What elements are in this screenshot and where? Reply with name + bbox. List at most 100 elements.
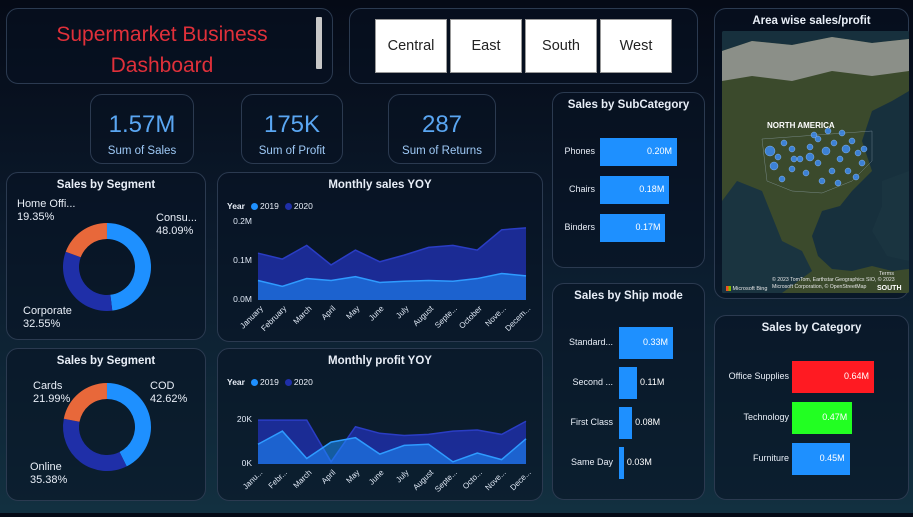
location-bubble[interactable] <box>860 145 868 153</box>
shipmode-chart: Sales by Ship mode Standard... 0.33M Secon… <box>552 283 705 500</box>
location-bubble[interactable] <box>838 129 846 137</box>
bar-category-label: Binders <box>564 222 595 232</box>
location-bubble[interactable] <box>802 169 810 177</box>
bar-category-label: First Class <box>570 417 614 427</box>
bar-category-label: Office Supplies <box>728 371 789 381</box>
donut-slice[interactable] <box>107 223 152 311</box>
map-attribution[interactable]: © 2023 TomTom, Earthstar Geographics SIO… <box>772 277 902 290</box>
bar-category-label: Standard... <box>568 337 613 347</box>
location-bubble[interactable] <box>810 131 818 139</box>
kpi-sales: 1.57M Sum of Sales <box>90 94 194 164</box>
location-bubble[interactable] <box>841 144 851 154</box>
map-card: Area wise sales/profit NORTH AMERICA SOU… <box>714 8 909 299</box>
location-bubble[interactable] <box>796 155 804 163</box>
slicer-west[interactable]: West <box>600 19 672 73</box>
donut-slice[interactable] <box>63 251 113 311</box>
slice-name: Home Offi... <box>17 198 76 210</box>
bar-value-label: 0.47M <box>822 412 848 422</box>
location-bubble[interactable] <box>780 139 788 147</box>
location-bubble[interactable] <box>821 146 831 156</box>
bar-value-label: 0.17M <box>635 222 661 232</box>
slice-percent: 19.35% <box>17 211 55 223</box>
bar-value-label: 0.08M <box>635 417 661 427</box>
slice-name: Consu... <box>156 212 197 224</box>
location-bubble[interactable] <box>788 145 796 153</box>
donut-label: Consu... 48.09% <box>156 212 197 238</box>
slice-percent: 32.55% <box>23 318 61 330</box>
bar-category-label: Phones <box>564 146 595 156</box>
location-bubble[interactable] <box>769 161 779 171</box>
donut-label: Home Offi... 19.35% <box>17 198 75 224</box>
location-bubble[interactable] <box>844 167 852 175</box>
scrollbar[interactable] <box>316 17 322 69</box>
segment-donut-card: Sales by Segment Consu... 48.09% Corporate… <box>6 172 206 340</box>
y-tick-label: 0.0M <box>233 294 252 304</box>
bar-value-label: 0.45M <box>819 453 845 463</box>
slice-percent: 21.99% <box>33 393 71 405</box>
bar-value-label: 0.03M <box>626 457 652 467</box>
y-tick-label: 0.2M <box>233 216 252 226</box>
location-bubble[interactable] <box>778 175 786 183</box>
slicer-south[interactable]: South <box>525 19 597 73</box>
map-graphic <box>722 31 909 293</box>
location-bubble[interactable] <box>818 177 826 185</box>
bing-logo: Microsoft Bing <box>726 286 767 292</box>
location-bubble[interactable] <box>836 155 844 163</box>
map[interactable]: NORTH AMERICA SOUTH © 2023 TomTom, Earth… <box>722 31 909 293</box>
bar[interactable] <box>619 367 637 399</box>
slice-percent: 35.38% <box>30 474 68 486</box>
slicer-central[interactable]: Central <box>375 19 447 73</box>
bar-value-label: 0.20M <box>647 146 673 156</box>
location-bubble[interactable] <box>814 159 822 167</box>
location-bubble[interactable] <box>854 149 862 157</box>
y-tick-label: 0.1M <box>233 255 252 265</box>
location-bubble[interactable] <box>774 153 782 161</box>
chart-title: Sales by Segment <box>56 355 156 367</box>
location-bubble[interactable] <box>834 179 842 187</box>
label-north-america: NORTH AMERICA <box>767 121 835 130</box>
bar-value-label: 0.33M <box>643 337 669 347</box>
bar[interactable] <box>619 407 633 439</box>
location-bubble[interactable] <box>858 159 866 167</box>
bar-category-label: Second ... <box>572 377 613 387</box>
donut-slice[interactable] <box>65 223 107 258</box>
donut-label: Online 35.38% <box>30 461 67 487</box>
kpi-label: Sum of Returns <box>402 145 482 157</box>
dashboard-title: Supermarket Business Dashboard <box>56 23 268 77</box>
location-bubble[interactable] <box>764 145 776 157</box>
chart-title: Sales by SubCategory <box>567 99 690 111</box>
kpi-label: Sum of Profit <box>258 145 326 157</box>
location-bubble[interactable] <box>806 143 814 151</box>
bar-category-label: Technology <box>743 412 789 422</box>
donut-label: Cards 21.99% <box>33 380 70 406</box>
bar[interactable] <box>619 447 624 479</box>
location-bubble[interactable] <box>790 155 798 163</box>
region-slicer: Central East South West <box>349 8 698 84</box>
kpi-returns: 287 Sum of Returns <box>388 94 496 164</box>
kpi-value: 1.57M <box>108 111 176 138</box>
subcategory-chart: Sales by SubCategory Phones 0.20M Chairs 0.… <box>552 92 705 268</box>
location-bubble[interactable] <box>828 167 836 175</box>
terms-link[interactable]: Terms <box>879 271 894 277</box>
y-tick-label: 20K <box>236 414 252 425</box>
bar-category-label: Same Day <box>570 457 613 467</box>
location-bubble[interactable] <box>830 139 838 147</box>
location-bubble[interactable] <box>848 137 856 145</box>
chart-title: Sales by Ship mode <box>574 290 683 302</box>
location-bubble[interactable] <box>805 152 815 162</box>
location-bubble[interactable] <box>852 173 860 181</box>
payment-donut-card: Sales by Segment COD 42.62% Online 35.38% Ca… <box>6 348 206 501</box>
donut-slice[interactable] <box>62 418 127 471</box>
donut-slice[interactable] <box>107 383 151 467</box>
monthly-profit-chart: Monthly profit YOY Year 2019 2020 0K 20K Janu… <box>217 348 543 501</box>
bar-category-label: Furniture <box>752 453 789 463</box>
donut-label: Corporate 32.55% <box>23 305 72 331</box>
location-bubble[interactable] <box>788 165 796 173</box>
slice-name: Corporate <box>23 305 72 317</box>
kpi-label: Sum of Sales <box>107 145 177 157</box>
slice-name: COD <box>150 380 175 392</box>
chart-title: Sales by Category <box>761 322 862 334</box>
bar-value-label: 0.11M <box>640 377 665 387</box>
slicer-east[interactable]: East <box>450 19 522 73</box>
category-chart: Sales by Category Office Supplies 0.64M Te… <box>714 315 909 500</box>
